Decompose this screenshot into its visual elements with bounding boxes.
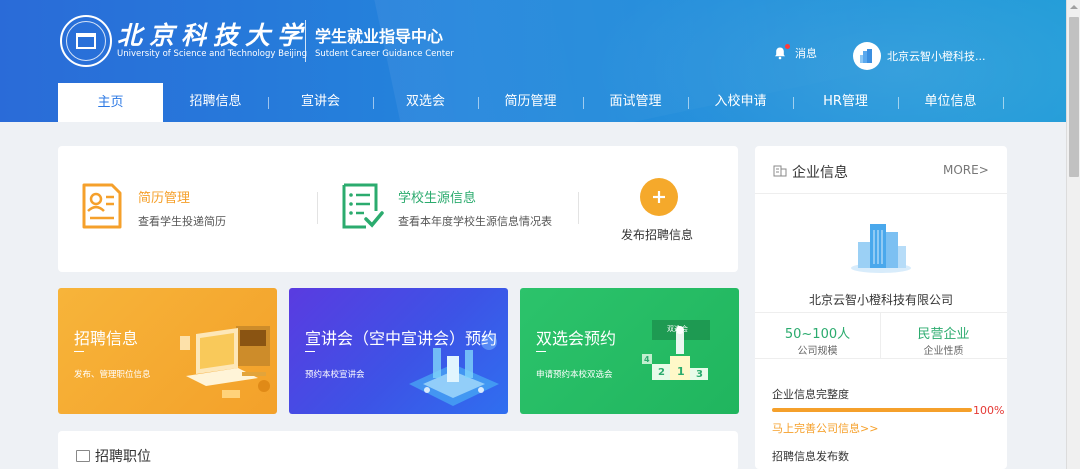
student-source-desc: 查看本年度学校生源信息情况表 <box>398 215 552 228</box>
improve-company-info-link[interactable]: 马上完善公司信息>> <box>772 420 878 436</box>
job-fair-sign: 双选会 <box>667 325 688 333</box>
podium-illustration <box>642 320 710 380</box>
main-nav: 主页 招聘信息 宣讲会 双选会 简历管理 面试管理 入校申请 HR管理 单位信息 <box>0 82 1066 122</box>
divider <box>578 192 579 224</box>
resume-management-title: 简历管理 <box>138 191 191 206</box>
job-positions-card: 招聘职位 <box>58 431 738 469</box>
laptop-desk-illustration <box>180 326 270 398</box>
banner-subtitle: 预约本校宣讲会 <box>305 370 365 380</box>
page-scrollbar[interactable] <box>1066 0 1080 469</box>
user-name: 北京云智小橙科技... <box>887 50 986 63</box>
list-icon <box>76 450 90 462</box>
resume-management-link[interactable]: 简历管理 查看学生投递简历 <box>58 146 318 272</box>
nav-item-resumes[interactable]: 简历管理 <box>478 82 583 122</box>
nav-item-hr[interactable]: HR管理 <box>793 82 898 122</box>
bell-icon <box>773 44 790 60</box>
banner-presentation-booking[interactable]: 宣讲会（空中宣讲会）预约 预约本校宣讲会 <box>289 288 508 414</box>
podium-number: 4 <box>644 355 650 364</box>
job-post-count-label: 招聘信息发布数 <box>772 450 849 463</box>
nav-item-presentations[interactable]: 宣讲会 <box>268 82 373 122</box>
more-link[interactable]: MORE> <box>943 163 989 177</box>
checklist-icon <box>342 183 384 229</box>
resume-icon <box>82 183 122 229</box>
messages-label: 消息 <box>795 47 817 60</box>
university-name: 北京科技大学 <box>117 21 310 50</box>
center-title-en: Sutdent Career Guidance Center <box>315 49 454 59</box>
divider <box>74 351 84 352</box>
company-scale-value: 50~100人 <box>784 327 851 342</box>
avatar <box>853 42 881 70</box>
divider <box>305 351 315 352</box>
completeness-label: 企业信息完整度 <box>772 388 849 401</box>
company-name: 北京云智小橙科技有限公司 <box>808 293 953 307</box>
notification-dot <box>785 44 790 49</box>
banner-subtitle: 发布、管理职位信息 <box>74 370 151 380</box>
company-info-title: 企业信息 <box>792 165 848 181</box>
resume-management-desc: 查看学生投递简历 <box>138 215 226 228</box>
banner-title: 宣讲会（空中宣讲会）预约 <box>305 329 498 348</box>
divider <box>755 358 1007 359</box>
nav-item-home[interactable]: 主页 <box>58 83 163 122</box>
divider <box>536 351 546 352</box>
banner-title: 招聘信息 <box>74 329 139 348</box>
publish-job-label[interactable]: 发布招聘信息 <box>621 226 693 243</box>
banner-subtitle: 申请预约本校双选会 <box>536 370 613 380</box>
student-source-title: 学校生源信息 <box>398 191 477 206</box>
university-name-en: University of Science and Technology Bei… <box>117 49 308 59</box>
banner-title: 双选会预约 <box>536 329 617 348</box>
student-source-link[interactable]: 学校生源信息 查看本年度学校生源信息情况表 <box>318 146 578 272</box>
scrollbar-thumb[interactable] <box>1069 17 1079 177</box>
title-divider <box>305 20 306 62</box>
company-scale-label: 公司规模 <box>797 346 838 357</box>
nav-item-company[interactable]: 单位信息 <box>898 82 1003 122</box>
banner-job-info[interactable]: 招聘信息 发布、管理职位信息 <box>58 288 277 414</box>
messages-button[interactable]: 消息 <box>773 44 817 61</box>
site-header: 北京科技大学 University of Science and Technol… <box>0 0 1066 122</box>
company-building-icon <box>851 224 911 273</box>
nav-item-job-fair[interactable]: 双选会 <box>373 82 478 122</box>
company-nature-value: 民营企业 <box>917 327 970 342</box>
podium-number: 3 <box>696 369 703 380</box>
banner-job-fair-booking[interactable]: 双选会 1 2 3 4 双选会预约 申请预约本校双选会 <box>520 288 739 414</box>
podium-number: 2 <box>658 367 665 378</box>
nav-divider <box>1003 97 1004 109</box>
user-menu[interactable]: 北京云智小橙科技... <box>853 42 986 70</box>
nav-item-campus-entry[interactable]: 入校申请 <box>688 82 793 122</box>
divider <box>755 312 1007 313</box>
university-seal-logo <box>60 15 112 67</box>
completeness-progress-bar <box>772 408 972 412</box>
quick-actions-card: 简历管理 查看学生投递简历 学校生源信息 查看本年度学校生源信息情况表 发布招聘… <box>58 146 738 272</box>
scroll-up-arrow-icon[interactable] <box>1067 0 1080 14</box>
nav-item-jobs[interactable]: 招聘信息 <box>163 82 268 122</box>
divider <box>755 193 1007 194</box>
nav-item-interviews[interactable]: 面试管理 <box>583 82 688 122</box>
center-title: 学生就业指导中心 <box>315 27 444 46</box>
publish-job-button[interactable] <box>640 178 678 216</box>
completeness-value: 100% <box>973 404 1005 417</box>
plus-icon <box>653 191 665 203</box>
job-positions-title: 招聘职位 <box>95 449 151 465</box>
company-info-panel: 企业信息 MORE> 北京云智小橙科技有限公司 50~100人 公司规模 民营企… <box>755 146 1007 469</box>
building-small-icon <box>773 165 787 177</box>
company-nature-label: 企业性质 <box>923 346 964 357</box>
podium-number: 1 <box>677 365 685 378</box>
